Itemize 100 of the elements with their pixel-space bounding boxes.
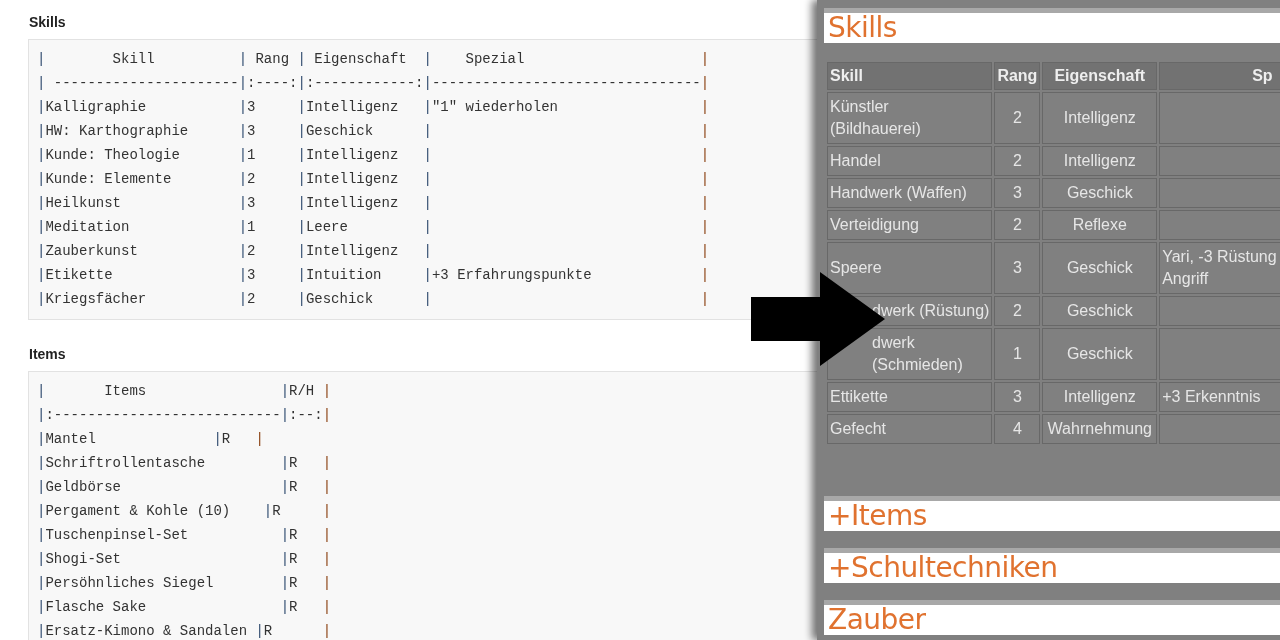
code-text: |	[322, 574, 332, 593]
section-heading: +Schultechniken	[824, 548, 1280, 583]
table-cell: 3	[994, 242, 1041, 294]
code-text: |	[423, 242, 432, 261]
code-text: |	[700, 242, 710, 261]
code-text: |R	[213, 430, 231, 449]
table-cell: 2	[994, 210, 1041, 240]
code-text: |R	[263, 502, 281, 521]
table-cell: 3	[994, 178, 1041, 208]
table-cell: Intelligenz	[1042, 382, 1158, 412]
table-cell: Geschick	[1042, 178, 1158, 208]
code-text: |Shogi-Set	[37, 550, 122, 569]
section-heading: Zauber	[824, 600, 1280, 635]
code-text: |	[700, 98, 710, 117]
table-cell: Künstler (Bildhauerei)	[827, 92, 993, 144]
code-text: |2	[238, 242, 256, 261]
code-text: |	[700, 266, 710, 285]
code-text: |Kriegsfächer	[37, 290, 147, 309]
table-cell: 3	[994, 382, 1041, 412]
code-text: |	[423, 290, 432, 309]
code-text: |3	[238, 194, 256, 213]
code-text: |Persöhnliches Siegel	[37, 574, 214, 593]
code-text: |3	[238, 98, 256, 117]
code-text: |+3 Erfahrungspunkte	[423, 266, 592, 285]
code-text: |R	[280, 550, 298, 569]
code-text: |2	[238, 290, 256, 309]
column-header: Skill	[827, 62, 993, 90]
code-text: |Etikette	[37, 266, 113, 285]
code-text: |R	[255, 622, 273, 640]
table-cell: Verteidigung	[827, 210, 993, 240]
column-header: Sp	[1159, 62, 1280, 90]
code-text: |R	[280, 526, 298, 545]
code-text: |	[255, 430, 264, 449]
code-text: |R/H	[280, 382, 315, 401]
code-text: |Schriftrollentasche	[37, 454, 206, 473]
code-text: |R	[280, 598, 298, 617]
code-text: |Mantel	[37, 430, 96, 449]
table-cell: 4	[994, 414, 1041, 444]
table-cell: Handwerk (Waffen)	[827, 178, 993, 208]
code-text: |	[423, 218, 432, 237]
code-text: |2	[238, 170, 256, 189]
code-text: |1	[238, 146, 256, 165]
code-text: |	[423, 170, 432, 189]
code-text: | ----------------------|:----:|:------------:|--------------------------------|	[37, 74, 710, 93]
table-cell: 1	[994, 328, 1041, 380]
code-text: |	[423, 122, 432, 141]
code-text: |	[700, 290, 710, 309]
code-text: |Intuition	[297, 266, 382, 285]
table-cell: 2	[994, 296, 1041, 326]
code-text: |Kunde: Elemente	[37, 170, 172, 189]
code-text: |3	[238, 122, 256, 141]
code-text: |HW: Karthographie	[37, 122, 189, 141]
code-text: |	[423, 194, 432, 213]
table-cell: Intelligenz	[1042, 146, 1158, 176]
code-text: |:---------------------------|:--:|	[37, 406, 332, 425]
code-text: |	[700, 194, 710, 213]
table-cell: Reflexe	[1042, 210, 1158, 240]
code-text: |	[322, 478, 332, 497]
code-text: |Tuschenpinsel-Set	[37, 526, 189, 545]
code-text: |R	[280, 454, 298, 473]
table-cell: Ettikette	[827, 382, 993, 412]
table-cell: Wahrnehmung	[1042, 414, 1158, 444]
code-text: |Intelligenz	[297, 98, 399, 117]
code-text: |R	[280, 478, 298, 497]
code-text: |Geldbörse	[37, 478, 122, 497]
code-text: |	[322, 526, 332, 545]
table-cell: 2	[994, 92, 1041, 144]
code-text: |Intelligenz	[297, 194, 399, 213]
code-text: |	[700, 50, 710, 69]
code-text: |	[322, 454, 332, 473]
code-text: |Zauberkunst	[37, 242, 138, 261]
code-text: |Intelligenz	[297, 170, 399, 189]
code-text: |Flasche Sake	[37, 598, 147, 617]
code-text: |Kalligraphie	[37, 98, 147, 117]
code-text: |	[322, 550, 332, 569]
table-cell: Geschick	[1042, 296, 1158, 326]
code-text: | Skill | Rang | Eigenschaft	[37, 50, 407, 69]
code-text: |Intelligenz	[297, 242, 399, 261]
section-heading: +Items	[824, 496, 1280, 531]
code-text: |Kunde: Theologie	[37, 146, 180, 165]
table-cell: +3 Erkenntnis	[1159, 382, 1280, 412]
section-heading: Skills	[29, 14, 66, 30]
code-text: | Items	[37, 382, 147, 401]
code-text: |	[700, 122, 710, 141]
code-text: |Pergament & Kohle (10)	[37, 502, 231, 521]
table-cell: Gefecht	[827, 414, 993, 444]
code-text: |	[322, 382, 332, 401]
code-text: |1	[238, 218, 256, 237]
code-text: |Intelligenz	[297, 146, 399, 165]
code-text: |	[322, 502, 332, 521]
table-cell: Speere	[827, 242, 993, 294]
code-text: |Leere	[297, 218, 348, 237]
table-cell: Handel	[827, 146, 993, 176]
code-text: |Heilkunst	[37, 194, 122, 213]
code-text: |	[700, 218, 710, 237]
code-text: |	[423, 146, 432, 165]
code-text: |"1" wiederholen	[423, 98, 558, 117]
code-text: |Meditation	[37, 218, 130, 237]
code-text: |	[322, 622, 332, 640]
table-cell: 2	[994, 146, 1041, 176]
